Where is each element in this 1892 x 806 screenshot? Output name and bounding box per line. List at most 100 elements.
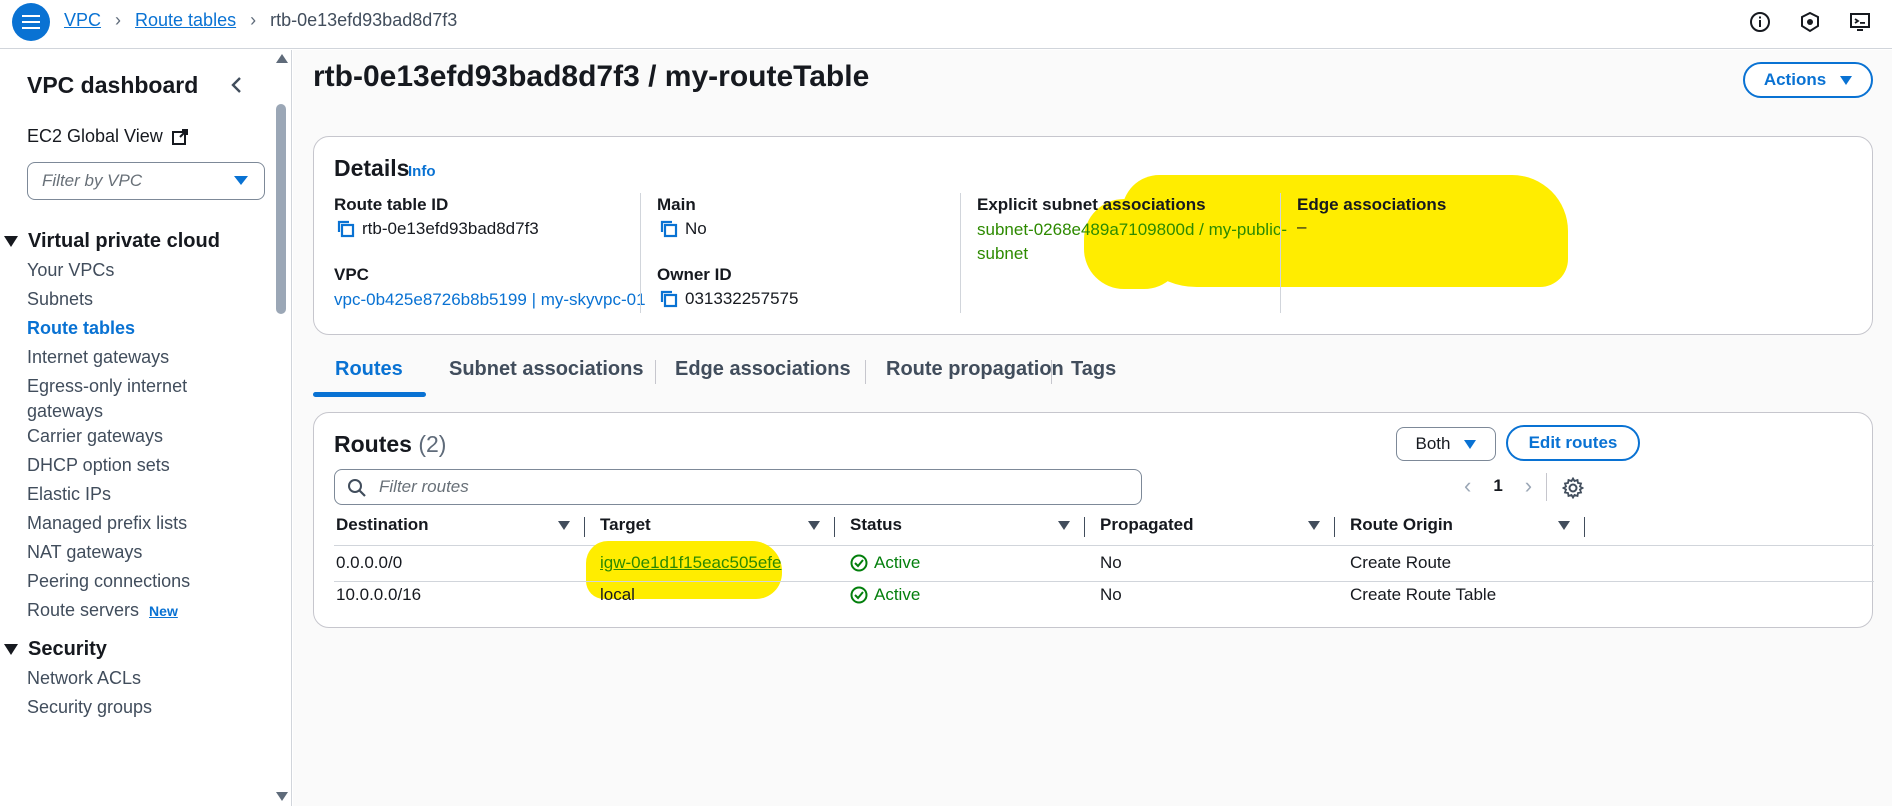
new-badge: New (149, 603, 178, 619)
sidebar-item-elastic-ips[interactable]: Elastic IPs (27, 482, 111, 507)
sort-icon[interactable] (558, 521, 570, 530)
explicit-subnet-link-line2[interactable]: subnet (977, 241, 1028, 266)
hamburger-icon (22, 15, 40, 28)
sidebar-item-subnets[interactable]: Subnets (27, 287, 93, 312)
scroll-down-icon[interactable] (276, 792, 288, 801)
breadcrumb-vpc[interactable]: VPC (64, 10, 101, 31)
sidebar-item-your-vpcs[interactable]: Your VPCs (27, 258, 114, 283)
page-number[interactable]: 1 (1493, 476, 1502, 496)
status-text: Active (874, 585, 921, 604)
vpc-link[interactable]: vpc-0b425e8726b8b5199 | my-skyvpc-01 (334, 287, 646, 312)
status-text: Active (874, 553, 921, 572)
tab-route-propagation[interactable]: Route propagation (886, 358, 1064, 381)
edge-associations-value: – (1297, 217, 1307, 236)
menu-button[interactable] (12, 3, 50, 41)
sidebar-item-label: EC2 Global View (27, 126, 163, 146)
sidebar-item-internet-gateways[interactable]: Internet gateways (27, 345, 169, 370)
table-row-2-propagated: No (1100, 585, 1122, 604)
sidebar: VPC dashboard EC2 Global View Filter by … (0, 50, 292, 806)
search-icon (348, 479, 366, 497)
sidebar-title[interactable]: VPC dashboard (27, 72, 198, 99)
external-link-icon (171, 128, 188, 145)
column-resize-handle[interactable] (1584, 517, 1585, 537)
chevron-left-icon[interactable]: ‹ (1464, 473, 1471, 499)
route-table-id-text: rtb-0e13efd93bad8d7f3 (362, 219, 539, 238)
table-row-2-target: local (600, 585, 635, 604)
breadcrumb: VPC › Route tables › rtb-0e13efd93bad8d7… (64, 10, 457, 31)
column-header-target[interactable]: Target (600, 515, 651, 535)
check-circle-icon (850, 554, 868, 572)
column-header-propagated[interactable]: Propagated (1100, 515, 1194, 535)
table-row-1-destination: 0.0.0.0/0 (336, 553, 403, 572)
explicit-subnet-associations-label: Explicit subnet associations (977, 195, 1206, 214)
actions-button[interactable]: Actions (1743, 62, 1873, 98)
column-resize-handle[interactable] (1334, 517, 1335, 537)
sort-icon[interactable] (1558, 521, 1570, 530)
explicit-subnet-link-line1[interactable]: subnet-0268e489a7109800d / my-public- (977, 217, 1287, 242)
column-resize-handle[interactable] (834, 517, 835, 537)
tab-edge-associations[interactable]: Edge associations (675, 358, 851, 381)
table-row-2-status: Active (850, 585, 920, 605)
top-navigation-bar: VPC › Route tables › rtb-0e13efd93bad8d7… (0, 0, 1892, 49)
chevron-right-icon[interactable]: › (1525, 473, 1532, 499)
copy-icon[interactable] (659, 219, 679, 239)
sidebar-item-network-acls[interactable]: Network ACLs (27, 666, 141, 691)
route-table-id-label: Route table ID (334, 195, 449, 214)
column-resize-handle[interactable] (584, 517, 585, 537)
route-filter-select[interactable]: Both (1396, 427, 1496, 461)
chevron-left-icon[interactable] (226, 74, 248, 96)
sidebar-item-dhcp-option-sets[interactable]: DHCP option sets (27, 453, 170, 478)
column-header-route-origin[interactable]: Route Origin (1350, 515, 1453, 535)
sidebar-item-route-tables[interactable]: Route tables (27, 316, 135, 341)
tab-routes[interactable]: Routes (335, 358, 403, 381)
copy-icon[interactable] (336, 219, 356, 239)
sidebar-item-security-groups[interactable]: Security groups (27, 695, 152, 720)
table-row-1-propagated: No (1100, 553, 1122, 572)
caret-down-icon (4, 644, 18, 655)
actions-button-label: Actions (1763, 70, 1827, 89)
main-content: rtb-0e13efd93bad8d7f3 / my-routeTable Ac… (293, 50, 1892, 806)
info-link[interactable]: Info (408, 163, 436, 180)
cloudshell-icon[interactable] (1848, 10, 1872, 34)
sidebar-item-route-servers[interactable]: Route servers New (27, 598, 178, 624)
sidebar-item-managed-prefix-lists[interactable]: Managed prefix lists (27, 511, 187, 536)
sidebar-section-security[interactable]: Security (4, 638, 107, 661)
breadcrumb-route-tables[interactable]: Route tables (135, 10, 236, 31)
info-icon[interactable] (1748, 10, 1772, 34)
copy-icon[interactable] (659, 289, 679, 309)
sidebar-item-egress-only-internet-gateways[interactable]: Egress-only internet gateways (27, 374, 227, 424)
sidebar-scrollbar[interactable] (276, 104, 286, 314)
tab-subnet-associations[interactable]: Subnet associations (449, 358, 644, 381)
table-divider (334, 545, 1874, 546)
tab-bar: Routes Subnet associations Edge associat… (313, 348, 1873, 398)
gear-icon[interactable] (1562, 477, 1584, 499)
tab-tags[interactable]: Tags (1071, 358, 1116, 381)
shield-icon[interactable] (1798, 10, 1822, 34)
pagination: ‹ 1 › (1464, 473, 1532, 499)
sidebar-item-carrier-gateways[interactable]: Carrier gateways (27, 424, 163, 449)
divider (640, 193, 641, 313)
edit-routes-button[interactable]: Edit routes (1506, 425, 1640, 461)
column-header-status[interactable]: Status (850, 515, 902, 535)
breadcrumb-current: rtb-0e13efd93bad8d7f3 (270, 10, 458, 30)
filter-routes-input[interactable]: Filter routes (334, 469, 1142, 505)
vpc-filter-select[interactable]: Filter by VPC (27, 162, 265, 200)
table-row-1-target-link[interactable]: igw-0e1d1f15eac505efe (600, 553, 781, 573)
route-filter-value: Both (1415, 434, 1451, 453)
sort-icon[interactable] (1308, 521, 1320, 530)
column-header-destination[interactable]: Destination (336, 515, 429, 535)
sort-icon[interactable] (808, 521, 820, 530)
sidebar-section-vpc[interactable]: Virtual private cloud (4, 230, 220, 253)
table-row-1-status: Active (850, 553, 920, 573)
sort-icon[interactable] (1058, 521, 1070, 530)
main-text: No (685, 219, 707, 238)
scroll-up-icon[interactable] (276, 54, 288, 63)
sidebar-item-nat-gateways[interactable]: NAT gateways (27, 540, 142, 565)
sidebar-item-peering-connections[interactable]: Peering connections (27, 569, 190, 594)
owner-id-value: 031332257575 (659, 289, 798, 309)
divider (1280, 193, 1281, 313)
details-panel: Details Info Route table ID rtb-0e13efd9… (313, 136, 1873, 335)
routes-title-text: Routes (334, 431, 412, 457)
sidebar-item-ec2-global-view[interactable]: EC2 Global View (27, 126, 189, 147)
column-resize-handle[interactable] (1084, 517, 1085, 537)
